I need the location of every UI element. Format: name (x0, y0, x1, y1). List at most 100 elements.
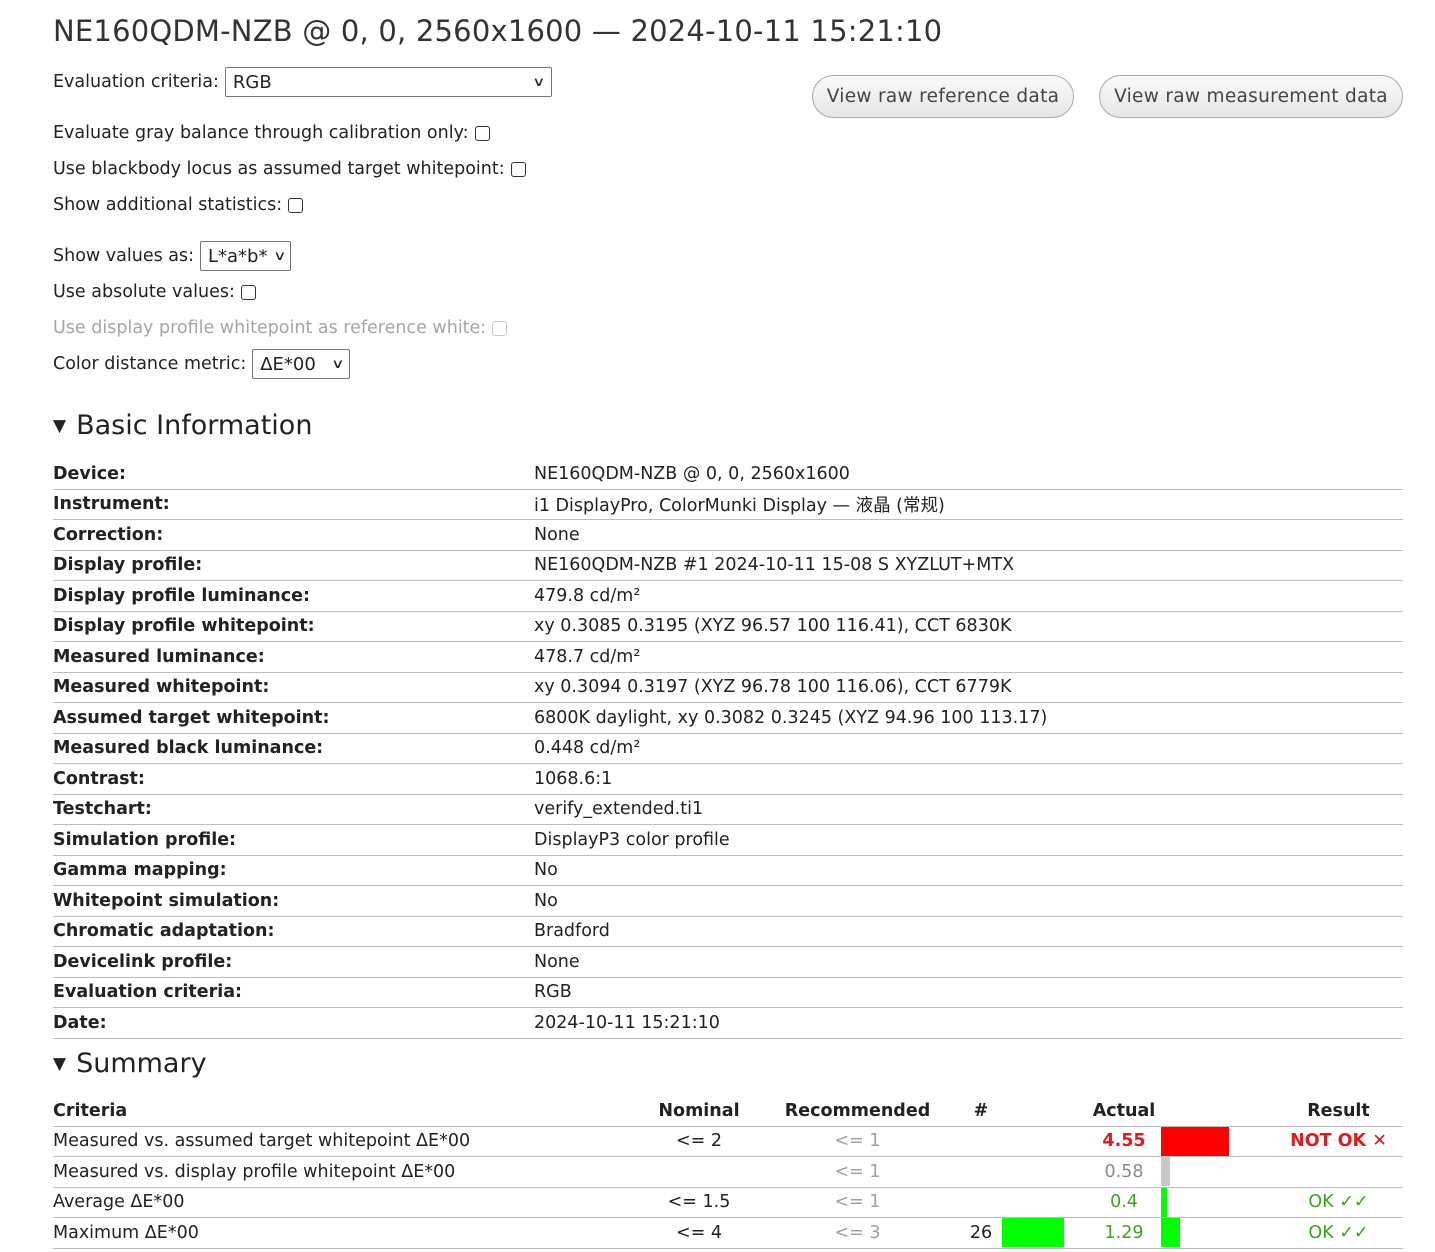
summary-criteria: Average ΔE*00 (53, 1187, 643, 1218)
distance-metric-value: ΔE*00 (260, 353, 316, 375)
info-key: Measured black luminance: (53, 733, 534, 764)
header-criteria: Criteria (53, 1096, 643, 1127)
info-value: NE160QDM-NZB #1 2024-10-11 15-08 S XYZLU… (534, 550, 1403, 581)
info-key: Evaluation criteria: (53, 977, 534, 1008)
triangle-down-icon: ▼ (53, 1053, 67, 1074)
blackbody-checkbox[interactable] (510, 161, 526, 177)
additional-stats-control: Show additional statistics: (53, 195, 304, 215)
info-value: 479.8 cd/m² (534, 580, 1403, 612)
actual-bar (1161, 1187, 1167, 1217)
summary-actual-bar-cell (1161, 1187, 1274, 1218)
header-count-bar (1002, 1096, 1087, 1127)
summary-result: OK ✓✓ (1274, 1187, 1403, 1218)
summary-row: Measured vs. display profile whitepoint … (53, 1156, 1403, 1188)
additional-stats-checkbox[interactable] (288, 197, 304, 213)
chevron-down-icon: ∨ (330, 356, 345, 372)
summary-criteria: Measured vs. display profile whitepoint … (53, 1156, 643, 1188)
info-value: DisplayP3 color profile (534, 824, 1403, 856)
page-title: NE160QDM-NZB @ 0, 0, 2560x1600 — 2024-10… (53, 14, 943, 48)
info-row: Device: NE160QDM-NZB @ 0, 0, 2560x1600 (53, 459, 1403, 490)
summary-actual: 4.55 (1087, 1126, 1161, 1157)
summary-actual-bar-cell (1161, 1126, 1274, 1157)
info-row: Assumed target whitepoint: 6800K daylight… (53, 702, 1403, 734)
summary-row: Maximum ΔE*00 <= 4 <= 3 26 1.29 OK ✓✓ (53, 1217, 1403, 1249)
info-value: None (534, 519, 1403, 551)
info-row: Whitepoint simulation: No (53, 885, 1403, 917)
info-row: Measured black luminance: 0.448 cd/m² (53, 733, 1403, 764)
summary-criteria: Measured vs. assumed target whitepoint Δ… (53, 1126, 643, 1157)
summary-count-bar-cell (1002, 1156, 1087, 1188)
absolute-values-checkbox[interactable] (240, 284, 256, 300)
summary-toggle[interactable]: ▼ Summary (53, 1048, 207, 1079)
actual-bar (1161, 1218, 1180, 1248)
count-bar (1002, 1218, 1064, 1248)
info-key: Display profile luminance: (53, 580, 534, 612)
gray-balance-checkbox[interactable] (474, 125, 490, 141)
info-key: Gamma mapping: (53, 855, 534, 886)
info-key: Device: (53, 459, 534, 490)
summary-count (960, 1126, 1002, 1157)
info-value: 478.7 cd/m² (534, 641, 1403, 673)
info-value: No (534, 855, 1403, 886)
info-row: Measured whitepoint: xy 0.3094 0.3197 (XY… (53, 672, 1403, 703)
summary-nominal: <= 2 (643, 1126, 755, 1157)
view-raw-reference-button[interactable]: View raw reference data (812, 75, 1074, 118)
info-value: 6800K daylight, xy 0.3082 0.3245 (XYZ 94… (534, 702, 1403, 734)
additional-stats-label: Show additional statistics: (53, 195, 283, 215)
header-recommended: Recommended (755, 1096, 960, 1127)
summary-criteria: Maximum ΔE*00 (53, 1217, 643, 1249)
info-row: Chromatic adaptation: Bradford (53, 916, 1403, 947)
info-value: verify_extended.ti1 (534, 794, 1403, 825)
info-key: Correction: (53, 519, 534, 551)
blackbody-control: Use blackbody locus as assumed target wh… (53, 159, 526, 179)
summary-count (960, 1187, 1002, 1218)
header-nominal: Nominal (643, 1096, 755, 1127)
info-key: Display profile: (53, 550, 534, 581)
summary-header-row: Criteria Nominal Recommended # Actual Re… (53, 1096, 1403, 1127)
info-value: Bradford (534, 916, 1403, 947)
summary-result (1274, 1156, 1403, 1188)
summary-nominal: <= 4 (643, 1217, 755, 1249)
summary-row: Measured vs. assumed target whitepoint Δ… (53, 1126, 1403, 1157)
evaluation-criteria-select[interactable]: RGB ∨ (224, 67, 552, 97)
summary-recommended: <= 1 (755, 1187, 960, 1218)
chevron-down-icon: ∨ (273, 248, 287, 264)
info-row: Evaluation criteria: RGB (53, 977, 1403, 1008)
evaluation-criteria-value: RGB (232, 71, 272, 93)
summary-recommended: <= 3 (755, 1217, 960, 1249)
show-values-select[interactable]: L*a*b* ∨ (200, 241, 291, 271)
summary-count-bar-cell (1002, 1126, 1087, 1157)
summary-recommended: <= 1 (755, 1156, 960, 1188)
summary-count-bar-cell (1002, 1187, 1087, 1218)
evaluation-criteria-label: Evaluation criteria: (53, 72, 219, 92)
info-key: Date: (53, 1007, 534, 1039)
info-key: Whitepoint simulation: (53, 885, 534, 917)
absolute-values-label: Use absolute values: (53, 282, 235, 302)
view-raw-measurement-button[interactable]: View raw measurement data (1099, 75, 1403, 118)
header-actual-bar (1161, 1096, 1274, 1127)
info-row: Display profile: NE160QDM-NZB #1 2024-10-… (53, 550, 1403, 581)
summary-actual-bar-cell (1161, 1156, 1274, 1188)
actual-bar (1161, 1126, 1229, 1156)
distance-metric-select[interactable]: ΔE*00 ∨ (252, 349, 351, 379)
actual-bar (1161, 1157, 1170, 1187)
blackbody-label: Use blackbody locus as assumed target wh… (53, 159, 505, 179)
distance-metric-control: Color distance metric: ΔE*00 ∨ (53, 349, 351, 379)
summary-count-bar-cell (1002, 1217, 1087, 1249)
info-value: i1 DisplayPro, ColorMunki Display — 液晶 (… (534, 489, 1403, 520)
show-values-label: Show values as: (53, 246, 194, 266)
summary-row: Average ΔE*00 <= 1.5 <= 1 0.4 OK ✓✓ (53, 1187, 1403, 1218)
summary-count: 26 (960, 1217, 1002, 1249)
info-row: Gamma mapping: No (53, 855, 1403, 886)
info-key: Measured whitepoint: (53, 672, 534, 703)
summary-actual: 1.29 (1087, 1217, 1161, 1249)
basic-information-toggle[interactable]: ▼ Basic Information (53, 410, 312, 441)
info-row: Contrast: 1068.6:1 (53, 763, 1403, 795)
gray-balance-control: Evaluate gray balance through calibratio… (53, 123, 490, 143)
info-row: Simulation profile: DisplayP3 color profi… (53, 824, 1403, 856)
profile-whitepoint-checkbox (492, 320, 508, 336)
info-value: NE160QDM-NZB @ 0, 0, 2560x1600 (534, 459, 1403, 490)
info-key: Testchart: (53, 794, 534, 825)
summary-recommended: <= 1 (755, 1126, 960, 1157)
summary-result: OK ✓✓ (1274, 1217, 1403, 1249)
